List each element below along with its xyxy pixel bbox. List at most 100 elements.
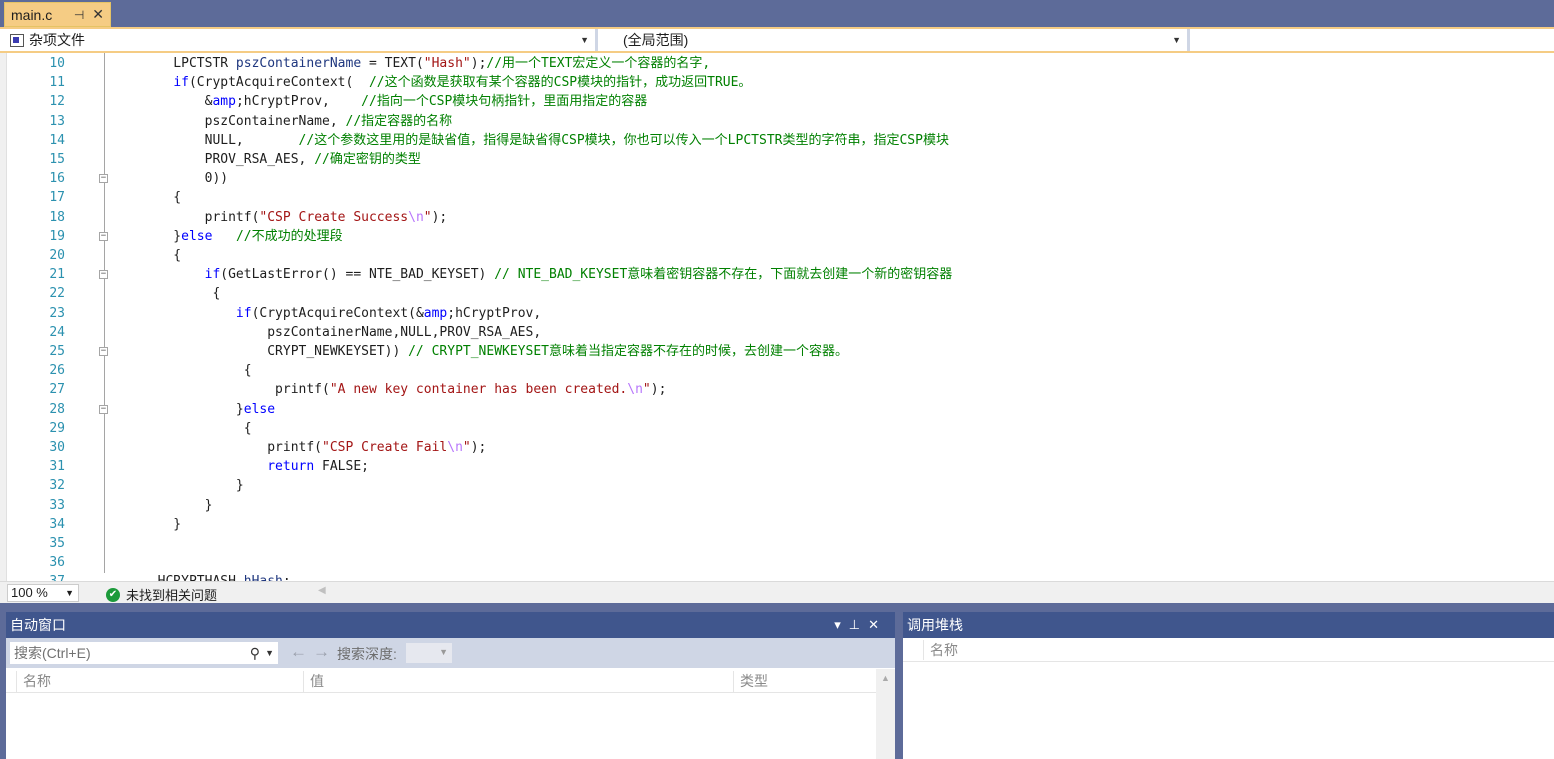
line-number: 23 bbox=[49, 305, 65, 321]
code-text: { bbox=[142, 361, 252, 380]
code-line[interactable]: 34 } bbox=[7, 515, 1547, 534]
zoom-dropdown[interactable]: 100 % ▼ bbox=[7, 584, 79, 602]
code-editor[interactable]: 10 LPCTSTR pszContainerName = TEXT("Hash… bbox=[0, 53, 1554, 581]
code-token: { bbox=[142, 286, 221, 302]
autos-window-header: 自动窗口 ▾⊥✕ bbox=[6, 612, 895, 638]
code-line[interactable]: 31 return FALSE; bbox=[7, 457, 1547, 476]
close-icon[interactable]: ✕ bbox=[92, 6, 104, 23]
code-line[interactable]: 19 − }else //不成功的处理段 bbox=[7, 227, 1547, 246]
search-depth-label: 搜索深度: bbox=[337, 646, 397, 662]
code-token: FALSE; bbox=[314, 459, 369, 475]
code-line[interactable]: 15 PROV_RSA_AES, //确定密钥的类型 bbox=[7, 150, 1547, 169]
code-line[interactable]: 12 &amp;hCryptProv, //指向一个CSP模块句柄指针，里面用指… bbox=[7, 92, 1547, 111]
code-line[interactable]: 13 pszContainerName, //指定容器的名称 bbox=[7, 112, 1547, 131]
code-token: if bbox=[204, 267, 221, 283]
code-text: printf("CSP Create Success\n"); bbox=[142, 208, 448, 227]
code-token: ;hCryptProv, bbox=[447, 305, 542, 321]
search-depth-dropdown[interactable]: ▼ bbox=[405, 642, 453, 664]
call-stack-title: 调用堆栈 bbox=[907, 617, 963, 633]
column-header-name[interactable]: 名称 bbox=[923, 640, 958, 660]
search-icon[interactable]: ⚲ bbox=[250, 642, 260, 664]
code-line[interactable]: 23 if(CryptAcquireContext(&amp;hCryptPro… bbox=[7, 304, 1547, 323]
code-line[interactable]: 35 bbox=[7, 534, 1547, 553]
code-text: } bbox=[142, 515, 181, 534]
code-token: ;hCryptProv, bbox=[235, 94, 362, 110]
code-line[interactable]: 11 if(CryptAcquireContext( //这个函数是获取有某个容… bbox=[7, 73, 1547, 92]
code-text: pszContainerName, //指定容器的名称 bbox=[142, 112, 453, 131]
column-header-name[interactable]: 名称 bbox=[16, 671, 303, 693]
line-number: 37 bbox=[7, 572, 65, 581]
search-input[interactable]: 搜索(Ctrl+E) ⚲ ▼ bbox=[9, 641, 279, 665]
collapse-icon[interactable]: − bbox=[99, 404, 108, 414]
code-token: " bbox=[423, 209, 432, 225]
code-line[interactable]: 32 } bbox=[7, 476, 1547, 495]
scroll-up-icon[interactable]: ▲ bbox=[881, 673, 890, 683]
code-text: 0)) bbox=[142, 169, 228, 188]
code-line[interactable]: 10 LPCTSTR pszContainerName = TEXT("Hash… bbox=[7, 54, 1547, 73]
project-files-dropdown[interactable]: 杂项文件 ▼ bbox=[0, 29, 598, 51]
column-header-type[interactable]: 类型 bbox=[733, 671, 876, 693]
code-token: "A new key container has been created. bbox=[329, 382, 628, 398]
code-line[interactable]: 27 printf("A new key container has been … bbox=[7, 380, 1547, 399]
code-line[interactable]: 26 { bbox=[7, 361, 1547, 380]
code-line[interactable]: 36 bbox=[7, 553, 1547, 572]
code-token: PROV_RSA_AES, bbox=[142, 152, 315, 167]
line-number: 36 bbox=[49, 555, 65, 571]
line-number: 25 bbox=[49, 344, 65, 359]
tab-main-c[interactable]: main.c ⊣ ✕ bbox=[4, 2, 111, 27]
code-line[interactable]: 24 pszContainerName,NULL,PROV_RSA_AES, bbox=[7, 323, 1547, 342]
code-line[interactable]: 16 − 0)) bbox=[7, 169, 1547, 188]
collapse-icon[interactable]: − bbox=[99, 347, 108, 356]
scroll-left-icon[interactable]: ◀ bbox=[318, 585, 326, 596]
code-text: if(CryptAcquireContext( //这个函数是获取有某个容器的C… bbox=[142, 73, 751, 92]
issues-label: 未找到相关问题 bbox=[126, 588, 218, 603]
code-token: //指向一个CSP模块句柄指针，里面用指定的容器 bbox=[361, 94, 648, 110]
line-number: 16 bbox=[49, 171, 65, 187]
code-line[interactable]: 17 { bbox=[7, 188, 1547, 207]
code-line[interactable]: 22 { bbox=[7, 284, 1547, 303]
close-icon[interactable]: ✕ bbox=[868, 617, 887, 632]
code-token: printf( bbox=[142, 440, 323, 455]
code-token: " bbox=[642, 382, 651, 398]
scope-dropdown[interactable]: (全局范围) ▼ bbox=[601, 29, 1190, 51]
code-text: CRYPT_NEWKEYSET)) // CRYPT_NEWKEYSET意味着当… bbox=[142, 342, 848, 361]
code-line[interactable]: 28 − }else bbox=[7, 400, 1547, 419]
issues-indicator[interactable]: ✔ 未找到相关问题 bbox=[106, 585, 217, 604]
code-line[interactable]: 30 printf("CSP Create Fail\n"); bbox=[7, 438, 1547, 457]
chevron-down-icon: ▼ bbox=[439, 647, 448, 657]
vertical-scrollbar[interactable]: ▲ bbox=[876, 669, 895, 759]
code-token: (CryptAcquireContext( bbox=[188, 75, 369, 91]
pin-icon[interactable]: ⊥ bbox=[849, 617, 868, 632]
line-number: 18 bbox=[49, 209, 65, 225]
line-number: 13 bbox=[49, 113, 65, 129]
code-token: & bbox=[142, 94, 213, 110]
autos-window-title: 自动窗口 bbox=[10, 617, 66, 633]
collapse-icon[interactable]: − bbox=[99, 174, 108, 184]
code-text: { bbox=[142, 246, 181, 265]
code-line[interactable]: 29 { bbox=[7, 419, 1547, 438]
line-number: 26 bbox=[49, 363, 65, 379]
project-icon bbox=[10, 33, 24, 47]
collapse-icon[interactable]: − bbox=[99, 270, 108, 280]
code-token: if bbox=[173, 75, 189, 91]
collapse-icon[interactable]: − bbox=[99, 231, 108, 241]
code-line[interactable]: 14 NULL, //这个参数这里用的是缺省值，指得是缺省得CSP模块，你也可以… bbox=[7, 131, 1547, 150]
window-options-icon[interactable]: ▾ bbox=[834, 617, 849, 632]
code-text: { bbox=[142, 419, 252, 438]
code-line[interactable]: 33 } bbox=[7, 496, 1547, 515]
forward-arrow-icon[interactable]: → bbox=[313, 642, 336, 661]
code-line[interactable]: 21 − if(GetLastError() == NTE_BAD_KEYSET)… bbox=[7, 265, 1547, 284]
chevron-down-icon[interactable]: ▼ bbox=[265, 642, 274, 664]
code-line[interactable]: 37 HCRYPTHASH hHash; bbox=[7, 572, 1547, 581]
code-token: \n bbox=[627, 382, 643, 398]
column-header-value[interactable]: 值 bbox=[303, 671, 733, 693]
back-arrow-icon[interactable]: ← bbox=[290, 642, 313, 661]
code-token: //用一个TEXT宏定义一个容器的名字, bbox=[486, 56, 711, 71]
line-number: 30 bbox=[49, 440, 65, 455]
code-line[interactable]: 18 printf("CSP Create Success\n"); bbox=[7, 208, 1547, 227]
code-line[interactable]: 20 { bbox=[7, 246, 1547, 265]
code-line[interactable]: 25 − CRYPT_NEWKEYSET)) // CRYPT_NEWKEYSET… bbox=[7, 342, 1547, 361]
code-text: { bbox=[142, 188, 181, 207]
pin-icon[interactable]: ⊣ bbox=[74, 8, 84, 22]
line-number: 29 bbox=[49, 420, 65, 436]
